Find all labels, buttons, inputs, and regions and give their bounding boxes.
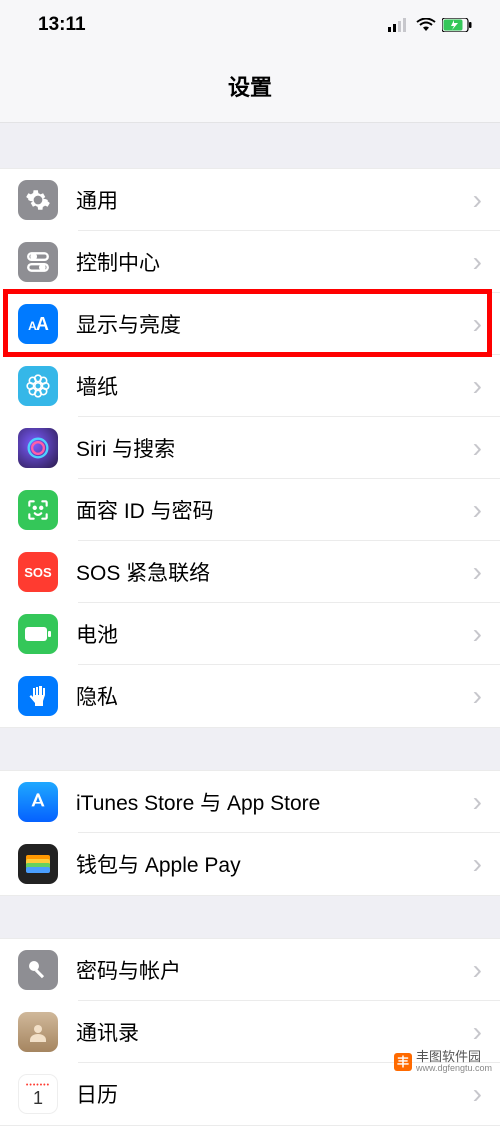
watermark: 丰 丰图软件园 www.dgfengtu.com [394,1050,492,1074]
chevron-right-icon: › [473,370,482,402]
chevron-right-icon: › [473,680,482,712]
status-time: 13:11 [38,14,86,36]
row-general[interactable]: 通用 › [0,169,500,231]
toggles-icon [18,242,58,282]
chevron-right-icon: › [473,556,482,588]
chevron-right-icon: › [473,494,482,526]
chevron-right-icon: › [473,786,482,818]
calendar-icon: •••••••1 [18,1074,58,1114]
chevron-right-icon: › [473,848,482,880]
hand-icon [18,676,58,716]
row-itunes[interactable]: iTunes Store 与 App Store › [0,771,500,833]
section-3: 密码与帐户 › 通讯录 › •••••••1 日历 › [0,938,500,1126]
wifi-icon [416,18,436,32]
header: 设置 [0,50,500,123]
section-1: 通用 › 控制中心 › AA 显示与亮度 › 墙纸 › Siri 与搜索 › 面… [0,168,500,728]
row-label: 显示与亮度 [76,309,473,339]
row-wallpaper[interactable]: 墙纸 › [0,355,500,417]
watermark-url: www.dgfengtu.com [416,1064,492,1074]
wallet-icon [18,844,58,884]
row-label: Siri 与搜索 [76,433,473,463]
chevron-right-icon: › [473,184,482,216]
row-passwords[interactable]: 密码与帐户 › [0,939,500,1001]
battery-row-icon [18,614,58,654]
chevron-right-icon: › [473,246,482,278]
row-label: SOS 紧急联络 [76,557,473,587]
row-control-center[interactable]: 控制中心 › [0,231,500,293]
chevron-right-icon: › [473,308,482,340]
status-bar: 13:11 [0,0,500,50]
contacts-icon [18,1012,58,1052]
row-label: 控制中心 [76,247,473,277]
spacer [0,896,500,938]
app-store-icon [18,782,58,822]
row-label: 日历 [76,1079,473,1109]
text-size-icon: AA [18,304,58,344]
row-label: 隐私 [76,681,473,711]
chevron-right-icon: › [473,1016,482,1048]
section-2: iTunes Store 与 App Store › 钱包与 Apple Pay… [0,770,500,896]
row-label: 密码与帐户 [76,955,473,985]
row-wallet[interactable]: 钱包与 Apple Pay › [0,833,500,895]
status-icons [388,18,472,32]
spacer [0,123,500,168]
row-label: 面容 ID 与密码 [76,495,473,525]
row-face-id[interactable]: 面容 ID 与密码 › [0,479,500,541]
gear-icon [18,180,58,220]
row-label: iTunes Store 与 App Store [76,787,473,817]
watermark-name: 丰图软件园 [416,1050,492,1064]
row-label: 钱包与 Apple Pay [76,849,473,879]
chevron-right-icon: › [473,1078,482,1110]
battery-icon [442,18,472,32]
flower-icon [18,366,58,406]
chevron-right-icon: › [473,432,482,464]
cellular-icon [388,18,410,32]
page-title: 设置 [0,70,500,102]
row-label: 通用 [76,185,473,215]
key-icon [18,950,58,990]
row-sos[interactable]: SOS SOS 紧急联络 › [0,541,500,603]
row-siri[interactable]: Siri 与搜索 › [0,417,500,479]
chevron-right-icon: › [473,954,482,986]
face-id-icon [18,490,58,530]
siri-icon [18,428,58,468]
row-label: 通讯录 [76,1017,473,1047]
row-display-brightness[interactable]: AA 显示与亮度 › [0,293,500,355]
sos-icon: SOS [18,552,58,592]
watermark-logo-icon: 丰 [394,1053,412,1071]
row-battery[interactable]: 电池 › [0,603,500,665]
spacer [0,728,500,770]
row-label: 电池 [76,619,473,649]
row-privacy[interactable]: 隐私 › [0,665,500,727]
chevron-right-icon: › [473,618,482,650]
row-label: 墙纸 [76,371,473,401]
